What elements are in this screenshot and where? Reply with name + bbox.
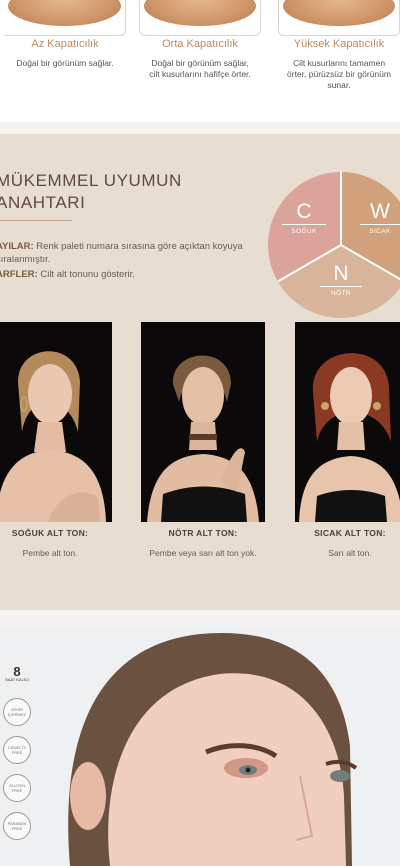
- coverage-title: Yüksek Kapatıcılık: [293, 38, 385, 50]
- tone-warm: SICAK ALT TON: Sarı alt ton.: [295, 528, 400, 559]
- gluten-free-badge-icon: GLUTEN FREE: [3, 774, 31, 802]
- product-badges: 8 SAAT KALICI ZEHİR İÇERMEZ CRUELTY FREE…: [0, 660, 34, 850]
- heading-line-2: ANAHTARI: [0, 193, 86, 212]
- neutral-label-group: N NÖTR: [320, 262, 362, 297]
- paraben-free-badge-icon: PARABEN FREE: [3, 812, 31, 840]
- underline: [360, 224, 400, 225]
- underline: [320, 286, 362, 287]
- coverage-card-low: Az Kapatıcılık Doğal bir görünüm sağlar.: [4, 0, 126, 122]
- swatch-frame: [139, 0, 261, 36]
- model-photo-warm: [295, 322, 400, 522]
- tone-title: SOĞUK ALT TON:: [11, 528, 89, 538]
- cool-letter: C: [296, 200, 312, 223]
- coverage-title: Az Kapatıcılık: [31, 38, 99, 50]
- coverage-card-medium: Orta Kapatıcılık Doğal bir görünüm sağla…: [139, 0, 261, 122]
- undertone-guide-section: MÜKEMMEL UYUMUN ANAHTARI AYILAR: Renk pa…: [0, 134, 400, 610]
- undertone-wheel: C SOĞUK W SICAK N NÖTR: [268, 172, 400, 318]
- tone-desc: Sarı alt ton.: [328, 548, 372, 558]
- hero-face-image: [0, 626, 400, 866]
- legend: AYILAR: Renk paleti numara sırasına göre…: [0, 240, 246, 283]
- foundation-swatch: [8, 0, 121, 26]
- underline: [282, 224, 326, 225]
- toxin-free-badge-icon: ZEHİR İÇERMEZ: [3, 698, 31, 726]
- tone-title: NÖTR ALT TON:: [168, 528, 238, 538]
- section-heading: MÜKEMMEL UYUMUN ANAHTARI: [0, 170, 182, 214]
- tone-neutral: NÖTR ALT TON: Pembe veya sarı alt ton yo…: [141, 528, 265, 559]
- hours-badge-icon: 8 SAAT KALICI: [5, 663, 29, 682]
- warm-label: SICAK: [369, 228, 391, 235]
- coverage-section: Az Kapatıcılık Doğal bir görünüm sağlar.…: [0, 0, 400, 122]
- swatch-frame: [4, 0, 126, 36]
- coverage-desc: Doğal bir görünüm sağlar.: [16, 58, 114, 68]
- heading-line-1: MÜKEMMEL UYUMUN: [0, 171, 182, 190]
- cool-label: SOĞUK: [291, 228, 317, 235]
- coverage-card-high: Yüksek Kapatıcılık Cilt kusurlarını tama…: [278, 0, 400, 122]
- model-photo-cool: [0, 322, 112, 522]
- tone-desc: Pembe alt ton.: [22, 548, 78, 558]
- swatch-frame: [278, 0, 400, 36]
- heading-divider: [0, 220, 72, 221]
- legend-letters: ARFLER: Cilt alt tonunu gösterir.: [0, 269, 135, 280]
- cool-label-group: C SOĞUK: [282, 200, 326, 235]
- legend-numbers: AYILAR: Renk paleti numara sırasına göre…: [0, 241, 243, 265]
- coverage-desc: Cilt kusurlarını tamamen örter, pürüzsüz…: [287, 58, 391, 90]
- neutral-letter: N: [333, 262, 349, 285]
- tone-cool: SOĞUK ALT TON: Pembe alt ton.: [0, 528, 112, 559]
- tone-title: SICAK ALT TON:: [314, 528, 386, 538]
- model-photo-neutral: [141, 322, 265, 522]
- neutral-label: NÖTR: [330, 290, 351, 297]
- foundation-swatch: [283, 0, 395, 26]
- warm-label-group: W SICAK: [360, 200, 400, 235]
- hero-image-section: 8 SAAT KALICI ZEHİR İÇERMEZ CRUELTY FREE…: [0, 626, 400, 866]
- cruelty-free-badge-icon: CRUELTY FREE: [3, 736, 31, 764]
- warm-letter: W: [370, 200, 390, 223]
- foundation-swatch: [144, 0, 256, 26]
- coverage-title: Orta Kapatıcılık: [162, 38, 238, 50]
- coverage-desc: Doğal bir görünüm sağlar, cilt kusurları…: [149, 58, 251, 79]
- tone-desc: Pembe veya sarı alt ton yok.: [149, 548, 257, 558]
